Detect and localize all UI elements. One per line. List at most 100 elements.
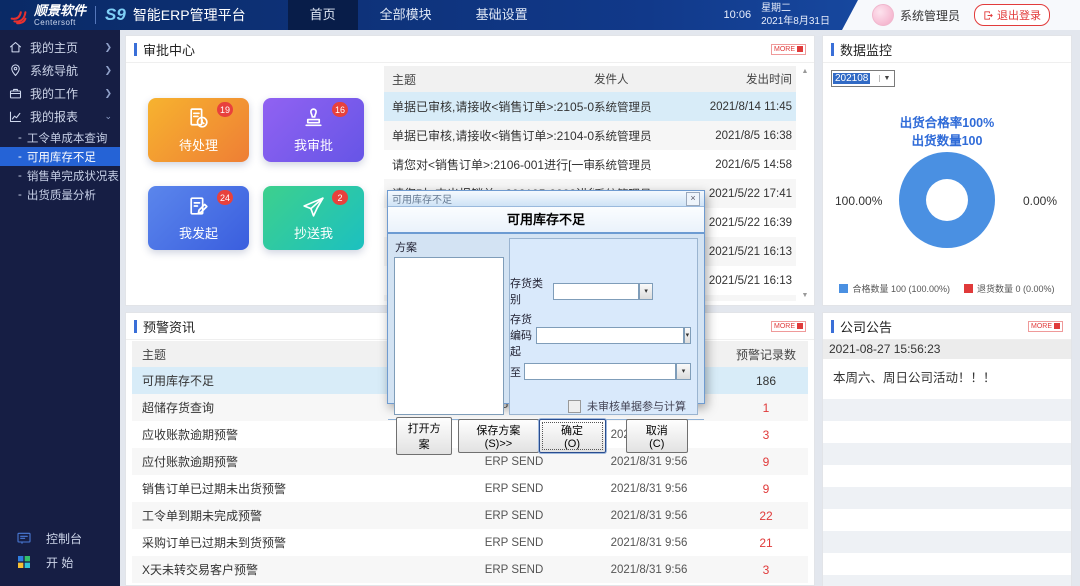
available-stock-dialog: 可用库存不足 × 可用库存不足 方案 存货类别 ▾ 存货编码起 ▾ 至 ▾ 未审…	[387, 190, 705, 455]
notice-empty-row	[823, 487, 1071, 509]
badge-count: 16	[331, 102, 348, 117]
dialog-heading: 可用库存不足	[388, 207, 704, 234]
sidebar-item-2[interactable]: 我的工作 ❯	[0, 82, 120, 105]
alerts-more-button[interactable]: MORE	[771, 320, 806, 332]
user-name: 系统管理员	[900, 8, 961, 23]
notice-empty-row	[823, 465, 1071, 487]
sidebar-footer-item-0[interactable]: 控制台	[0, 526, 120, 550]
category-field[interactable]	[553, 282, 640, 300]
alert-row[interactable]: 销售订单已过期未出货预警 ERP SEND 2021/8/31 9:56 9	[132, 475, 808, 502]
approval-card-0[interactable]: 19 待处理	[148, 98, 249, 162]
approval-more-button[interactable]: MORE	[771, 43, 806, 55]
logout-icon	[984, 10, 993, 20]
header-date: 2021年8月31日	[761, 16, 830, 27]
code-from-dropdown-button[interactable]: ▾	[683, 326, 691, 344]
approval-row[interactable]: 单据已审核,请接收<销售订单>:2105-001 系统管理员 2021/8/14 1…	[384, 92, 796, 121]
sidebar-subitem-3[interactable]: - 出货质量分析	[0, 185, 120, 204]
notice-empty-row	[823, 509, 1071, 531]
approval-card-1[interactable]: 16 我审批	[263, 98, 364, 162]
alert-row[interactable]: 工令单到期未完成预警 ERP SEND 2021/8/31 9:56 22	[132, 502, 808, 529]
panel-title-approval: 审批中心	[143, 42, 196, 58]
ok-button[interactable]: 确定(O)	[538, 418, 606, 453]
home-icon	[9, 41, 22, 53]
alert-count: 22	[759, 508, 773, 523]
message-scrollbar[interactable]: ▲ ▼	[800, 68, 810, 299]
header-time: 10:06	[723, 9, 752, 21]
more-grid-icon	[1054, 323, 1060, 329]
notice-more-button[interactable]: MORE	[1028, 320, 1063, 332]
dialog-title: 可用库存不足	[392, 195, 452, 206]
logout-button[interactable]: 退出登录	[974, 4, 1051, 26]
sidebar-subitem-2[interactable]: - 销售单完成状况表	[0, 166, 120, 185]
notice-empty-row	[823, 553, 1071, 575]
sidebar-footer-item-1[interactable]: 开 始	[0, 550, 120, 574]
nav-tab-1[interactable]: 全部模块	[358, 0, 454, 30]
alert-count: 21	[759, 535, 773, 550]
dialog-titlebar[interactable]: 可用库存不足 ×	[388, 191, 704, 207]
cancel-button[interactable]: 取消(C)	[625, 418, 688, 453]
category-dropdown-button[interactable]: ▾	[639, 282, 653, 300]
main-nav: 首页 全部模块 基础设置	[287, 0, 550, 30]
briefcase-icon	[9, 88, 22, 99]
legend-item-1: 退货数量 0 (0.00%)	[964, 282, 1055, 295]
unaudited-checkbox-label: 未审核单据参与计算	[587, 401, 686, 413]
alert-count: 3	[762, 427, 770, 442]
alert-row[interactable]: 采购订单已过期未到货预警 ERP SEND 2021/8/31 9:56 21	[132, 529, 808, 556]
scroll-down-icon[interactable]: ▼	[802, 292, 809, 299]
code-to-dropdown-button[interactable]: ▾	[676, 363, 691, 380]
open-scheme-button[interactable]: 打开方案	[396, 416, 453, 455]
close-icon[interactable]: ×	[686, 191, 700, 206]
approval-row[interactable]: 请您对<销售订单>:2106-001进行[一审] 系统管理员 2021/6/5 14…	[384, 150, 796, 179]
nav-tab-0[interactable]: 首页	[287, 0, 358, 30]
save-scheme-button[interactable]: 保存方案(S)>>	[458, 418, 539, 453]
alert-count: 3	[762, 562, 770, 577]
code-from-field[interactable]	[535, 326, 684, 344]
notice-date[interactable]: 2021-08-27 15:56:23	[823, 340, 1071, 359]
approval-row[interactable]: 单据已审核,请接收<销售订单>:2104-002 系统管理员 2021/8/5 16…	[384, 121, 796, 150]
notice-empty-row	[823, 575, 1071, 586]
scheme-listbox[interactable]	[394, 257, 504, 415]
chart-icon	[9, 111, 22, 123]
approval-table-header: 主题 发件人 发出时间	[384, 66, 796, 92]
period-select[interactable]: 202108 ▼	[831, 70, 895, 87]
unaudited-checkbox[interactable]	[568, 399, 581, 413]
donut-chart	[899, 152, 995, 248]
pct-label-right: 0.00%	[1022, 194, 1057, 208]
start-icon	[18, 556, 30, 568]
category-label: 存货类别	[510, 278, 543, 306]
pass-rate-text: 出货合格率100%	[899, 116, 995, 130]
code-to-field[interactable]	[524, 363, 676, 380]
header-weekday: 星期二	[761, 2, 792, 14]
sidebar-item-1[interactable]: 系统导航 ❯	[0, 59, 120, 82]
sidebar-subitem-1[interactable]: - 可用库存不足	[0, 147, 120, 166]
alert-count: 9	[762, 481, 770, 496]
approval-card-3[interactable]: 2 抄送我	[263, 186, 364, 250]
nav-tab-2[interactable]: 基础设置	[454, 0, 550, 30]
user-avatar[interactable]	[872, 4, 894, 26]
notice-empty-row	[823, 399, 1071, 421]
s9-logo: S9	[105, 5, 126, 24]
console-icon	[17, 532, 31, 544]
sidebar-item-3[interactable]: 我的报表 ⌄	[0, 105, 120, 128]
alert-row[interactable]: X天未交易客户列表ERP SEND2021/8/31 9:5621	[132, 583, 808, 585]
scroll-up-icon[interactable]: ▲	[802, 68, 809, 75]
notice-panel: 公司公告 MORE 2021-08-27 15:56:23 本周六、周日公司活动…	[822, 312, 1072, 586]
chevron-icon: ❯	[104, 65, 112, 75]
user-area: 系统管理员 退出登录	[842, 0, 1080, 30]
more-grid-icon	[797, 46, 803, 52]
badge-count: 2	[332, 190, 348, 205]
doc-edit-icon	[190, 197, 208, 215]
pin-icon	[11, 64, 20, 77]
alert-row[interactable]: X天未转交易客户预警 ERP SEND 2021/8/31 9:56 3	[132, 556, 808, 583]
sidebar-item-0[interactable]: 我的主页 ❯	[0, 36, 120, 59]
chevron-icon: ❯	[104, 88, 112, 98]
chevron-down-icon: ▼	[879, 75, 894, 82]
alert-count: 1	[762, 400, 770, 415]
chevron-icon: ⌄	[104, 111, 112, 121]
code-to-label: 至	[510, 366, 521, 379]
approval-card-2[interactable]: 24 我发起	[148, 186, 249, 250]
chart-legend: 合格数量 100 (100.00%) 退货数量 0 (0.00%)	[823, 282, 1071, 295]
approval-cards: 19 待处理 16 我审批 24 我发起 2 抄送我	[148, 98, 364, 250]
sidebar-subitem-0[interactable]: - 工令单成本查询	[0, 128, 120, 147]
panel-title-notice: 公司公告	[840, 319, 893, 335]
